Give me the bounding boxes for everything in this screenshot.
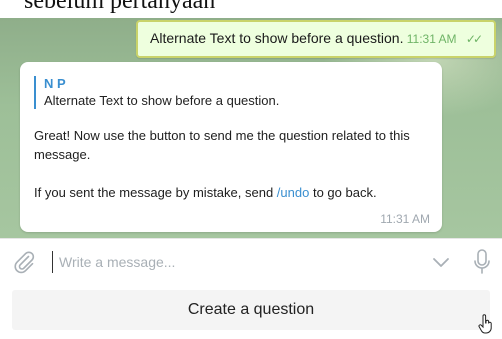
message-paragraph-2: If you sent the message by mistake, send… [34,183,434,202]
create-question-button[interactable]: Create a question [12,290,490,330]
incoming-message-time: 11:31 AM [380,212,430,226]
outgoing-message-bubble[interactable]: Alternate Text to show before a question… [136,20,496,58]
incoming-message-body: Great! Now use the button to send me the… [34,126,434,202]
reply-quote[interactable]: N P Alternate Text to show before a ques… [34,76,279,109]
top-caption-text: sebelum pertanyaan [24,0,216,14]
outgoing-message-text: Alternate Text to show before a question… [150,30,404,46]
reply-author: N P [44,76,66,91]
chat-area[interactable]: Alternate Text to show before a question… [0,18,502,238]
paperclip-icon[interactable] [12,250,36,274]
outgoing-message-time: 11:31 AM [406,32,457,46]
reply-text: Alternate Text to show before a question… [44,93,280,108]
incoming-message-bubble[interactable]: N P Alternate Text to show before a ques… [20,62,442,232]
undo-command-link[interactable]: /undo [277,185,310,200]
hand-cursor-icon [478,314,494,334]
message-input[interactable] [52,251,419,273]
top-caption: sebelum pertanyaan [0,0,502,18]
message-composer [0,238,502,285]
outgoing-message-meta: 11:31 AM ✓✓ [406,32,483,46]
double-check-icon: ✓✓ [465,32,483,46]
chevron-down-icon[interactable] [430,253,452,271]
paragraph-2-suffix: to go back. [309,185,377,200]
microphone-icon[interactable] [472,248,492,276]
message-paragraph-1: Great! Now use the button to send me the… [34,128,410,162]
paragraph-2-prefix: If you sent the message by mistake, send [34,185,277,200]
bot-keyboard: Create a question [0,284,502,336]
